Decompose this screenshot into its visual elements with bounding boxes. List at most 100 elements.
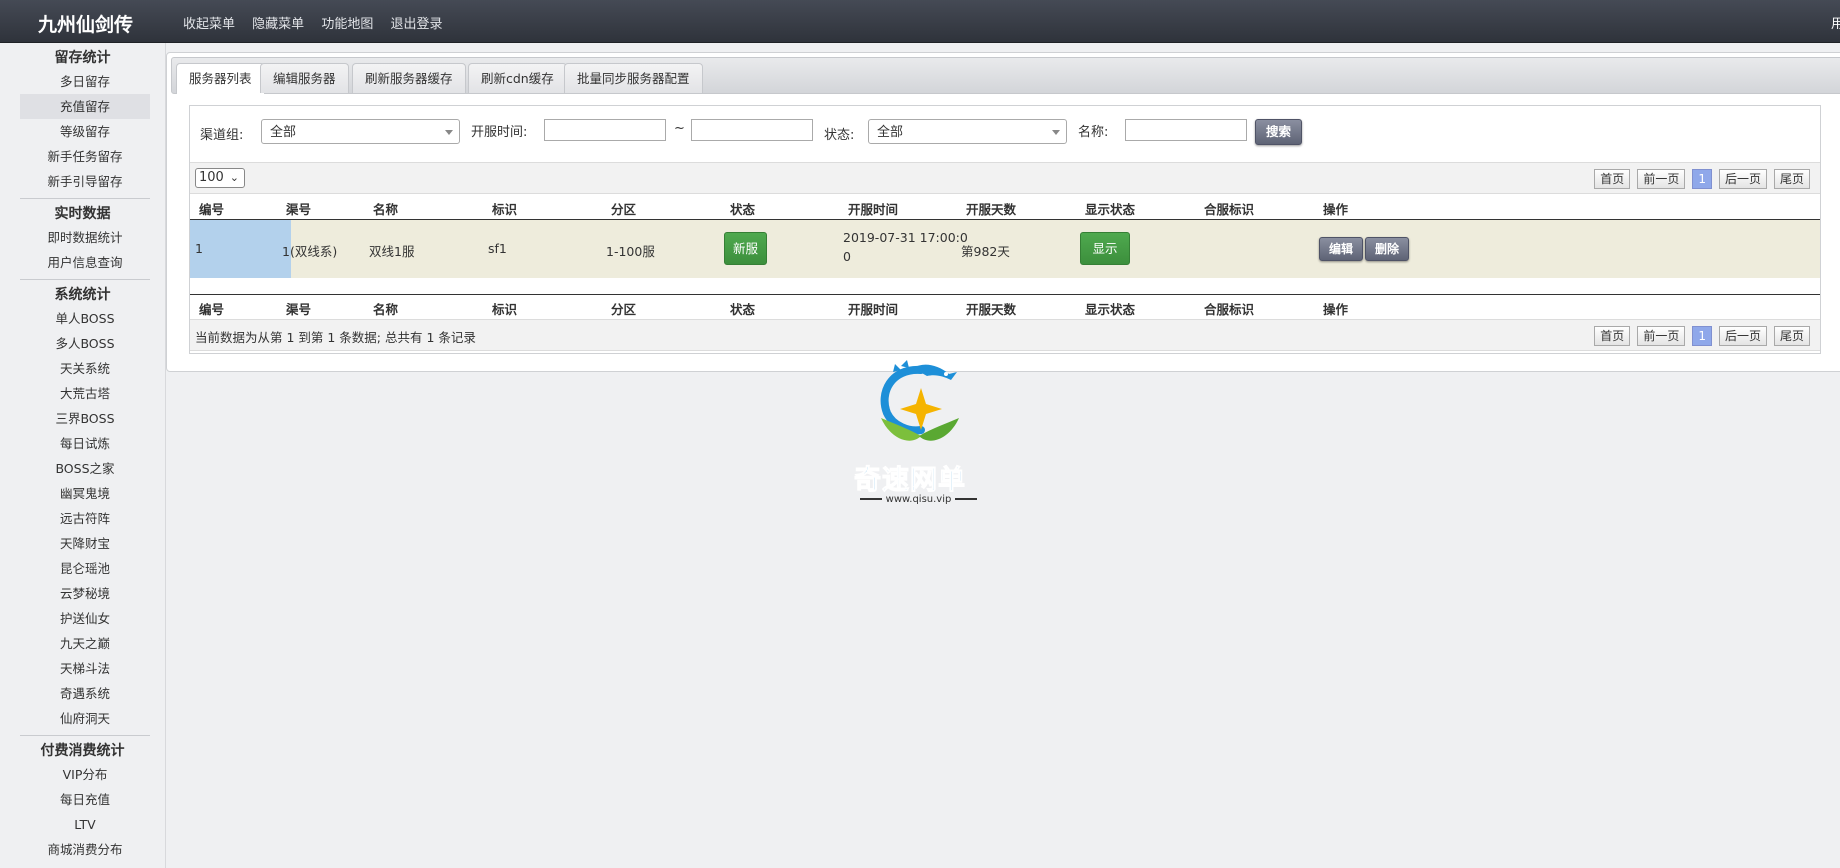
sidebar-item[interactable]: LTV <box>20 812 150 837</box>
sidebar-item-active[interactable]: 充值留存 <box>20 94 150 119</box>
sidebar-item[interactable]: 天关系统 <box>20 356 150 381</box>
sidebar-item[interactable]: 多人BOSS <box>20 331 150 356</box>
cell-name: 双线1服 <box>369 244 415 259</box>
range-separator: ~ <box>674 121 685 136</box>
sidebar-item[interactable]: BOSS之家 <box>20 456 150 481</box>
sidebar-group-system[interactable]: 系统统计 <box>0 284 165 306</box>
chevron-down-icon: ⌄ <box>229 171 239 184</box>
sidebar-item[interactable]: 新手引导留存 <box>20 169 150 194</box>
cell-zone: 1-100服 <box>606 244 655 259</box>
sidebar-group-realtime[interactable]: 实时数据 <box>0 203 165 225</box>
column-header[interactable]: 开服时间 <box>848 199 898 218</box>
sidebar-item[interactable]: 天梯斗法 <box>20 656 150 681</box>
user-label[interactable]: 用 <box>1831 13 1840 32</box>
status-value: 全部 <box>877 125 904 140</box>
column-header[interactable]: 开服天数 <box>966 199 1016 218</box>
logout-link[interactable]: 退出登录 <box>390 17 442 32</box>
top-bar: 九州仙剑传 收起菜单 隐藏菜单 功能地图 退出登录 用 <box>0 0 1840 43</box>
cell-channel: 1(双线系) <box>282 244 338 259</box>
first-page-button[interactable]: 首页 <box>1594 326 1631 346</box>
column-header[interactable]: 状态 <box>730 199 755 218</box>
sidebar-group-payment[interactable]: 付费消费统计 <box>0 740 165 762</box>
edit-button[interactable]: 编辑 <box>1319 237 1363 261</box>
sidebar-item[interactable]: 用户信息查询 <box>20 250 150 275</box>
sidebar-item[interactable]: 新手任务留存 <box>20 144 150 169</box>
column-footer: 渠号 <box>286 302 312 317</box>
channel-group-select[interactable]: 全部 <box>261 119 460 144</box>
dropdown-arrow-icon <box>1052 130 1060 135</box>
column-footer: 开服天数 <box>966 302 1017 317</box>
sidebar-item[interactable]: 大荒古塔 <box>20 381 150 406</box>
current-page-button[interactable]: 1 <box>1692 326 1712 346</box>
column-header[interactable]: 分区 <box>611 199 636 218</box>
prev-page-button[interactable]: 前一页 <box>1637 326 1686 346</box>
column-header[interactable]: 名称 <box>373 199 398 218</box>
column-footer: 显示状态 <box>1085 302 1136 317</box>
tab-batch-sync-config[interactable]: 批量同步服务器配置 <box>564 63 703 93</box>
tab-edit-server[interactable]: 编辑服务器 <box>260 63 349 93</box>
sidebar-item[interactable]: 三界BOSS <box>20 406 150 431</box>
sidebar-item[interactable]: 昆仑瑶池 <box>20 556 150 581</box>
sidebar-item[interactable]: 商城消费分布 <box>20 837 150 862</box>
collapse-menu-link[interactable]: 收起菜单 <box>183 17 235 32</box>
column-header[interactable]: 合服标识 <box>1204 199 1254 218</box>
sidebar-group-retention[interactable]: 留存统计 <box>0 47 165 69</box>
open-time-end-input[interactable] <box>691 119 813 141</box>
column-footer: 合服标识 <box>1204 302 1255 317</box>
column-header[interactable]: 标识 <box>492 199 517 218</box>
status-select[interactable]: 全部 <box>868 119 1067 144</box>
watermark-url-text: www.qisu.vip <box>885 494 952 505</box>
next-page-button[interactable]: 后一页 <box>1718 326 1767 346</box>
sidebar-item[interactable]: 远古符阵 <box>20 506 150 531</box>
open-time-start-input[interactable] <box>544 119 666 141</box>
function-map-link[interactable]: 功能地图 <box>321 17 373 32</box>
column-footer: 开服时间 <box>848 302 899 317</box>
sidebar: 留存统计 多日留存 充值留存 等级留存 新手任务留存 新手引导留存 实时数据 即… <box>0 43 166 868</box>
sidebar-item[interactable]: 奇遇系统 <box>20 681 150 706</box>
search-button[interactable]: 搜索 <box>1255 119 1302 145</box>
cell-tag: sf1 <box>488 241 507 256</box>
current-page-button[interactable]: 1 <box>1692 169 1712 189</box>
dropdown-arrow-icon <box>445 130 453 135</box>
sidebar-item[interactable]: 多日留存 <box>20 69 150 94</box>
delete-button[interactable]: 删除 <box>1365 237 1409 261</box>
column-header[interactable]: 编号 <box>199 199 224 218</box>
column-footer: 编号 <box>199 302 225 317</box>
sidebar-item[interactable]: 等级留存 <box>20 119 150 144</box>
next-page-button[interactable]: 后一页 <box>1718 169 1767 189</box>
column-header[interactable]: 操作 <box>1323 199 1348 218</box>
selected-cell-highlight <box>190 220 291 278</box>
table-header: 编号 渠号 名称 标识 分区 状态 开服时间 开服天数 显示状态 合服标识 操作 <box>190 193 1820 221</box>
column-header[interactable]: 显示状态 <box>1085 199 1135 218</box>
hide-menu-link[interactable]: 隐藏菜单 <box>252 17 304 32</box>
sidebar-item[interactable]: 即时数据统计 <box>20 225 150 250</box>
last-page-button[interactable]: 尾页 <box>1773 326 1810 346</box>
sidebar-divider <box>20 279 150 280</box>
sidebar-item[interactable]: 护送仙女 <box>20 606 150 631</box>
sidebar-item[interactable]: 仙府洞天 <box>20 706 150 731</box>
tab-refresh-server-cache[interactable]: 刷新服务器缓存 <box>352 63 466 93</box>
table-row[interactable]: 1 1(双线系) 双线1服 sf1 1-100服 新服 2019-07-31 1… <box>190 220 1820 278</box>
status-new-server-button[interactable]: 新服 <box>724 232 767 265</box>
name-input[interactable] <box>1125 119 1247 141</box>
tab-server-list[interactable]: 服务器列表 <box>176 63 265 94</box>
column-header[interactable]: 渠号 <box>286 199 311 218</box>
page-size-select[interactable]: 100 ⌄ <box>195 168 245 188</box>
sidebar-item[interactable]: 每日充值 <box>20 787 150 812</box>
dragon-emblem-icon <box>880 360 959 441</box>
prev-page-button[interactable]: 前一页 <box>1637 169 1686 189</box>
display-status-button[interactable]: 显示 <box>1080 232 1130 265</box>
sidebar-item[interactable]: 每日试炼 <box>20 431 150 456</box>
page-size-value: 100 <box>199 170 224 185</box>
last-page-button[interactable]: 尾页 <box>1773 169 1810 189</box>
sidebar-item[interactable]: 天降财宝 <box>20 531 150 556</box>
pagination-bottom: 首页 前一页 1 后一页 尾页 <box>1594 326 1810 346</box>
column-footer: 操作 <box>1323 302 1349 317</box>
sidebar-item[interactable]: 云梦秘境 <box>20 581 150 606</box>
sidebar-item[interactable]: 九天之巅 <box>20 631 150 656</box>
first-page-button[interactable]: 首页 <box>1594 169 1631 189</box>
sidebar-item[interactable]: VIP分布 <box>20 762 150 787</box>
sidebar-item[interactable]: 单人BOSS <box>20 306 150 331</box>
sidebar-item[interactable]: 幽冥鬼境 <box>20 481 150 506</box>
tab-refresh-cdn-cache[interactable]: 刷新cdn缓存 <box>468 63 567 93</box>
